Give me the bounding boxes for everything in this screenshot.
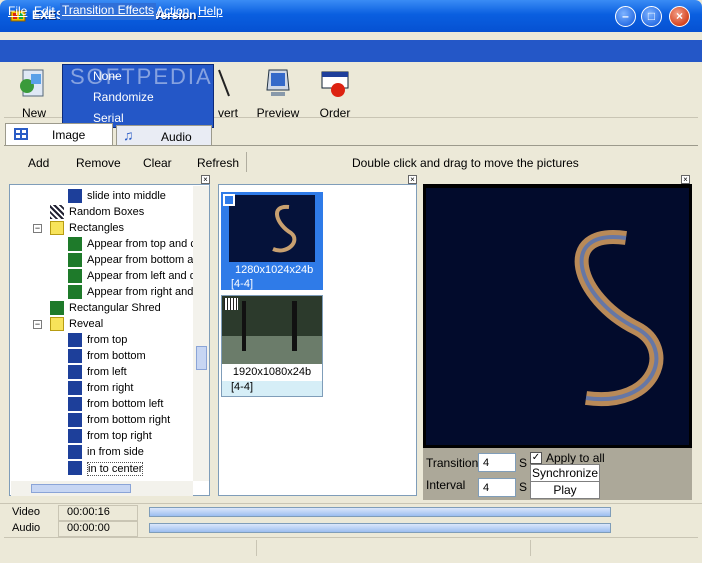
audio-label: Audio [12, 522, 41, 534]
music-note-icon: ♫ [123, 127, 134, 143]
dropdown-item-randomize[interactable]: Randomize [93, 90, 154, 104]
tree-vertical-scrollbar[interactable] [193, 186, 209, 481]
thumbnail-range: [4-4] [222, 381, 322, 396]
checkbox-icon[interactable] [223, 194, 235, 206]
status-separator [530, 540, 531, 556]
menu-edit[interactable]: Edit [34, 4, 55, 18]
reveal-icon [68, 349, 82, 363]
thumbnail-resolution: 1920x1080x24b [232, 366, 312, 378]
transition-icon [68, 189, 82, 203]
folder-icon [50, 221, 64, 235]
minimize-button[interactable]: – [615, 6, 636, 27]
apply-all-label: Apply to all [546, 451, 605, 465]
scroll-thumb[interactable] [196, 346, 207, 370]
hint-text: Double click and drag to move the pictur… [352, 156, 579, 170]
refresh-button[interactable]: Refresh [197, 156, 239, 170]
preview-pane [423, 184, 692, 448]
checker-icon [50, 205, 64, 219]
reveal-icon [68, 397, 82, 411]
close-icon[interactable]: × [681, 175, 690, 184]
reveal-icon [68, 381, 82, 395]
folder-icon [50, 317, 64, 331]
tree-horizontal-scrollbar[interactable] [11, 481, 193, 496]
grid-icon [14, 128, 28, 140]
audio-timeline[interactable] [149, 523, 611, 533]
grid-icon [68, 253, 82, 267]
status-separator [256, 540, 257, 556]
menu-transition-effects[interactable]: Transition Effects [60, 3, 157, 20]
play-button[interactable]: Play [530, 481, 600, 499]
add-button[interactable]: Add [28, 156, 49, 170]
close-icon[interactable]: × [201, 175, 210, 184]
transition-tree: slide into middle Random Boxes − Rectang… [9, 184, 210, 496]
video-timeline[interactable] [149, 507, 611, 517]
grid-icon [68, 237, 82, 251]
preview-button[interactable]: Preview [254, 66, 302, 120]
thumbnail-image [229, 195, 315, 262]
collapse-icon[interactable]: − [33, 320, 42, 329]
separator [246, 152, 247, 172]
maximize-button[interactable]: □ [641, 6, 662, 27]
new-document-icon [20, 69, 44, 97]
interval-spinner[interactable]: 4 [478, 478, 516, 497]
dropdown-item-none[interactable]: None [93, 69, 122, 83]
menu-file[interactable]: File [8, 4, 27, 18]
preview-image [426, 188, 689, 445]
tab-audio-label: Audio [161, 130, 192, 144]
reveal-icon [68, 429, 82, 443]
close-icon[interactable]: × [408, 175, 417, 184]
tab-image-label: Image [52, 128, 86, 142]
apply-all-checkbox[interactable]: ✓ [530, 452, 542, 464]
order-label: Order [319, 106, 351, 120]
audio-time: 00:00:00 [58, 521, 138, 537]
close-button[interactable]: × [669, 6, 690, 27]
reveal-icon [68, 333, 82, 347]
video-label: Video [12, 506, 40, 518]
tab-image[interactable]: Image [5, 123, 113, 145]
tab-audio[interactable]: ♫ Audio [116, 125, 212, 145]
reveal-icon [68, 461, 82, 475]
transition-unit: S [519, 456, 528, 470]
credit-card-icon [321, 71, 349, 97]
tree-pane-header [9, 175, 210, 184]
remove-button[interactable]: Remove [76, 156, 121, 170]
clear-button[interactable]: Clear [143, 156, 172, 170]
reveal-icon [68, 365, 82, 379]
collapse-icon[interactable]: − [33, 224, 42, 233]
new-button[interactable]: New [10, 66, 58, 120]
transition-effects-dropdown: None Randomize Serial [62, 64, 214, 128]
menu-bar [0, 40, 702, 62]
new-label: New [21, 106, 46, 120]
menu-help[interactable]: Help [198, 4, 223, 18]
thumbnail[interactable]: 1920x1080x24b [4-4] [221, 295, 323, 397]
status-bar [4, 537, 698, 557]
thumbnail-pane: 1280x1024x24b [4-4] 1920x1080x24b [4-4] [218, 184, 417, 496]
film-icon [224, 298, 238, 310]
grid-icon [68, 285, 82, 299]
transition-label: Transition [426, 456, 479, 470]
transition-spinner[interactable]: 4 [478, 453, 516, 472]
preview-pane-header [423, 175, 692, 184]
preview-label: Preview [256, 106, 300, 120]
reveal-icon [68, 445, 82, 459]
monitor-icon [266, 69, 290, 96]
scroll-thumb[interactable] [31, 484, 131, 493]
video-time: 00:00:16 [58, 505, 138, 521]
reveal-icon [68, 413, 82, 427]
thumbnail-selected[interactable]: 1280x1024x24b [4-4] [221, 192, 323, 290]
thumbnail-resolution: 1280x1024x24b [235, 264, 314, 276]
interval-label: Interval [426, 478, 466, 492]
shred-icon [50, 301, 64, 315]
thumbnail-range: [4-4] [231, 278, 254, 290]
interval-unit: S [519, 480, 528, 494]
synchronize-button[interactable]: Synchronize [530, 464, 600, 482]
grid-icon [68, 269, 82, 283]
menu-action[interactable]: Action [156, 4, 189, 18]
order-button[interactable]: Order [311, 66, 359, 120]
thumb-pane-header [218, 175, 417, 184]
